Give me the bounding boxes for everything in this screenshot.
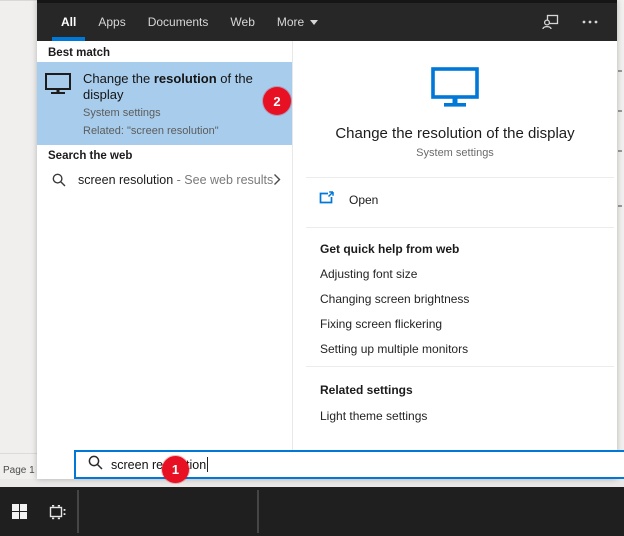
title-highlighted-term: resolution	[154, 71, 217, 86]
best-match-text: Change the resolution of the display Sys…	[83, 71, 268, 137]
tab-all-label: All	[61, 15, 76, 29]
web-search-text: screen resolution - See web results	[78, 173, 273, 187]
best-match-title: Change the resolution of the display	[83, 71, 261, 102]
tab-more[interactable]: More	[266, 3, 329, 41]
background-bottom-strip	[0, 479, 624, 487]
search-icon	[52, 173, 66, 192]
open-icon	[319, 191, 334, 209]
quick-help-item[interactable]: Changing screen brightness	[320, 292, 469, 306]
start-button[interactable]	[0, 487, 38, 536]
search-input[interactable]: screen resolution	[74, 450, 624, 479]
best-match-related: Related: "screen resolution"	[83, 125, 268, 137]
preview-title: Change the resolution of the display	[293, 125, 617, 142]
background-edge-mark	[618, 110, 622, 112]
tab-apps-label: Apps	[98, 15, 125, 29]
quick-help-item[interactable]: Fixing screen flickering	[320, 317, 442, 331]
open-label: Open	[349, 193, 378, 207]
search-the-web-header: Search the web	[48, 150, 132, 162]
divider	[306, 177, 614, 178]
related-settings-header: Related settings	[320, 383, 413, 397]
web-query: screen resolution	[78, 173, 173, 187]
open-action[interactable]: Open	[319, 191, 378, 209]
tab-all[interactable]: All	[50, 3, 87, 41]
web-search-result[interactable]: screen resolution - See web results	[37, 165, 292, 195]
best-match-subtitle: System settings	[83, 107, 268, 119]
divider	[306, 366, 614, 367]
background-window-right-sliver	[617, 0, 624, 487]
preview-panel: Change the resolution of the display Sys…	[293, 41, 617, 450]
background-statusbar-divider	[0, 453, 37, 454]
tab-documents-label: Documents	[148, 15, 209, 29]
monitor-icon	[45, 73, 71, 100]
quick-help-item[interactable]: Setting up multiple monitors	[320, 342, 468, 356]
search-filter-bar: All Apps Documents Web More	[37, 0, 617, 41]
screenshot-root: Page 1 o All Apps Documents W	[0, 0, 624, 536]
text-caret	[207, 457, 208, 472]
search-flyout: All Apps Documents Web More	[37, 0, 617, 479]
search-input-value: screen resolution	[111, 458, 206, 472]
tab-web[interactable]: Web	[219, 3, 265, 41]
taskbar-separator	[257, 490, 259, 533]
web-results-suffix: - See web results	[173, 173, 273, 187]
background-window-left-strip: Page 1 o	[0, 0, 37, 487]
filter-tabs: All Apps Documents Web More	[37, 3, 329, 41]
best-match-result[interactable]: Change the resolution of the display Sys…	[37, 62, 292, 145]
background-edge-mark	[618, 150, 622, 152]
title-prefix: Change the	[83, 71, 154, 86]
tab-web-label: Web	[230, 15, 254, 29]
tab-more-label: More	[277, 15, 304, 29]
annotation-step-2: 2	[263, 87, 291, 115]
tab-apps[interactable]: Apps	[87, 3, 136, 41]
background-edge-mark	[618, 70, 622, 72]
best-match-header: Best match	[48, 47, 110, 59]
feedback-user-icon[interactable]	[541, 13, 559, 31]
search-icon	[88, 455, 103, 475]
preview-subtitle: System settings	[293, 147, 617, 159]
windows-logo-icon	[12, 504, 27, 519]
quick-help-item[interactable]: Adjusting font size	[320, 267, 417, 281]
task-view-icon	[49, 504, 66, 520]
task-view-button[interactable]	[38, 487, 76, 536]
monitor-icon-large	[431, 67, 479, 112]
quick-help-header: Get quick help from web	[320, 242, 459, 256]
background-edge-mark	[618, 205, 622, 207]
filter-bar-actions	[541, 13, 617, 31]
annotation-step-1: 1	[162, 456, 189, 483]
related-settings-item[interactable]: Light theme settings	[320, 409, 427, 423]
chevron-down-icon	[310, 20, 318, 25]
ellipsis-menu-icon[interactable]	[581, 13, 599, 31]
tab-documents[interactable]: Documents	[137, 3, 220, 41]
taskbar	[0, 487, 624, 536]
taskbar-separator	[77, 490, 79, 533]
chevron-right-icon[interactable]	[273, 173, 281, 191]
divider	[306, 227, 614, 228]
results-body: Best match Change the resolution of the …	[37, 41, 617, 450]
